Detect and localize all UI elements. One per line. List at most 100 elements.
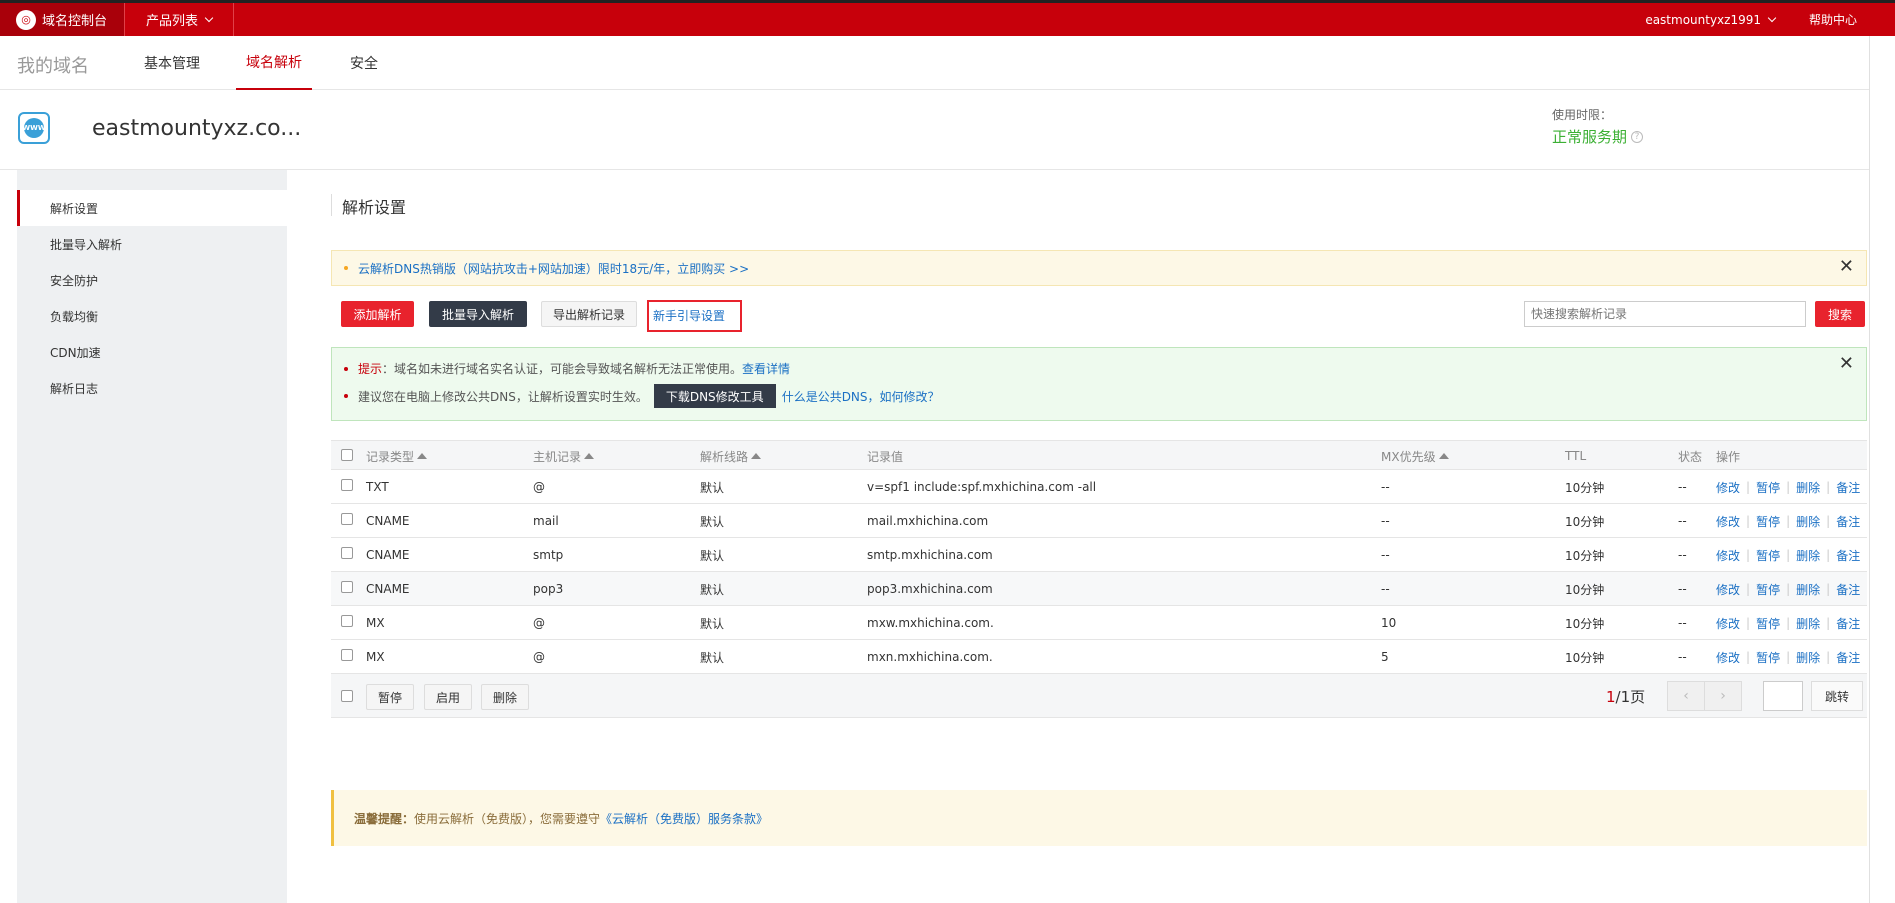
cell-record-type: CNAME <box>366 548 410 562</box>
select-all-checkbox[interactable] <box>341 449 353 461</box>
note-link[interactable]: 备注 <box>1836 581 1860 598</box>
sidebar-item-load-balancing[interactable]: 负载均衡 <box>17 298 287 334</box>
next-page-button[interactable]: › <box>1704 681 1742 711</box>
promo-text[interactable]: 云解析DNS热销版（网站抗攻击+网站加速）限时18元/年，立即购买 >> <box>358 260 749 277</box>
delete-link[interactable]: 删除 <box>1796 615 1820 632</box>
user-menu[interactable]: eastmountyxz1991 <box>1645 3 1777 36</box>
note-link[interactable]: 备注 <box>1836 649 1860 666</box>
tab-security[interactable]: 安全 <box>350 36 378 90</box>
row-checkbox[interactable] <box>341 513 353 525</box>
separator: | <box>1746 480 1751 494</box>
row-checkbox[interactable] <box>341 479 353 491</box>
row-checkbox[interactable] <box>341 615 353 627</box>
close-icon[interactable]: ✕ <box>1839 355 1854 373</box>
batch-enable-button[interactable]: 启用 <box>424 684 472 710</box>
cell-line: 默认 <box>700 582 725 597</box>
row-actions: 修改 | 暂停 | 删除 | 备注 <box>1716 572 1860 606</box>
close-icon[interactable]: ✕ <box>1839 258 1854 276</box>
edit-link[interactable]: 修改 <box>1716 547 1740 564</box>
edit-link[interactable]: 修改 <box>1716 513 1740 530</box>
sidebar-item-label: 批量导入解析 <box>50 237 123 252</box>
page-number-input[interactable] <box>1763 681 1803 711</box>
tip-line-public-dns: 建议您在电脑上修改公共DNS，让解析设置实时生效。 下载DNS修改工具 什么是公… <box>344 384 940 408</box>
note-link[interactable]: 备注 <box>1836 547 1860 564</box>
sidebar-item-label: CDN加速 <box>50 345 101 360</box>
sidebar-item-cdn[interactable]: CDN加速 <box>17 334 287 370</box>
domain-header: WWW eastmountyxz.co... 使用时限： 正常服务期? <box>0 90 1895 170</box>
add-record-button[interactable]: 添加解析 <box>341 301 414 327</box>
cell-mx-priority: -- <box>1381 582 1390 596</box>
note-link[interactable]: 备注 <box>1836 615 1860 632</box>
col-host[interactable]: 主机记录 <box>533 441 595 471</box>
batch-pause-button[interactable]: 暂停 <box>366 684 414 710</box>
tab-basic-management[interactable]: 基本管理 <box>144 36 200 90</box>
note-link[interactable]: 备注 <box>1836 479 1860 496</box>
batch-delete-button[interactable]: 删除 <box>481 684 529 710</box>
pause-link[interactable]: 暂停 <box>1756 547 1780 564</box>
domain-name: eastmountyxz.co... <box>92 116 302 141</box>
pause-link[interactable]: 暂停 <box>1756 479 1780 496</box>
beginner-guide-link[interactable]: 新手引导设置 <box>647 300 742 332</box>
cell-value: v=spf1 include:spf.mxhichina.com -all <box>867 480 1097 494</box>
tab-dns-resolution[interactable]: 域名解析 <box>236 36 312 90</box>
guide-label: 新手引导设置 <box>653 309 726 323</box>
pause-link[interactable]: 暂停 <box>1756 581 1780 598</box>
select-all-footer-checkbox[interactable] <box>341 690 353 702</box>
search-button[interactable]: 搜索 <box>1815 301 1865 327</box>
sub-nav: 我的域名 基本管理 域名解析 安全 <box>0 36 1895 90</box>
edit-link[interactable]: 修改 <box>1716 649 1740 666</box>
products-menu[interactable]: 产品列表 <box>124 3 234 36</box>
delete-link[interactable]: 删除 <box>1796 479 1820 496</box>
download-dns-tool-button[interactable]: 下载DNS修改工具 <box>653 384 776 408</box>
chevron-down-icon <box>1767 13 1777 23</box>
edit-link[interactable]: 修改 <box>1716 581 1740 598</box>
delete-link[interactable]: 删除 <box>1796 581 1820 598</box>
note-link[interactable]: 备注 <box>1836 513 1860 530</box>
col-value: 记录值 <box>867 441 903 471</box>
col-mx-priority[interactable]: MX优先级 <box>1381 441 1449 471</box>
delete-link[interactable]: 删除 <box>1796 649 1820 666</box>
tip-text: 建议您在电脑上修改公共DNS，让解析设置实时生效。 <box>358 389 648 404</box>
tip-label: 提示 <box>358 362 383 376</box>
edit-link[interactable]: 修改 <box>1716 615 1740 632</box>
page-scrollbar[interactable] <box>1869 36 1895 903</box>
my-domain-title[interactable]: 我的域名 <box>17 52 89 78</box>
cell-status: -- <box>1678 480 1687 494</box>
col-line[interactable]: 解析线路 <box>700 441 762 471</box>
search-input[interactable] <box>1524 301 1806 327</box>
table-row: MX @ 默认 mxn.mxhichina.com. 5 10分钟 -- 修改 | 暂停 | 删除 | 备… <box>331 640 1867 674</box>
sidebar-item-resolution-settings[interactable]: 解析设置 <box>17 190 287 226</box>
delete-link[interactable]: 删除 <box>1796 513 1820 530</box>
terms-link[interactable]: 《云解析（免费版）服务条款》 <box>600 810 768 827</box>
row-checkbox[interactable] <box>341 547 353 559</box>
batch-import-button[interactable]: 批量导入解析 <box>429 301 527 327</box>
row-checkbox[interactable] <box>341 581 353 593</box>
cell-host: smtp <box>533 548 564 562</box>
help-center-link[interactable]: 帮助中心 <box>1809 3 1857 36</box>
cell-record-type: MX <box>366 650 385 664</box>
promo-banner[interactable]: 云解析DNS热销版（网站抗攻击+网站加速）限时18元/年，立即购买 >> ✕ <box>331 250 1867 286</box>
console-logo[interactable]: ◎ 域名控制台 <box>0 3 124 36</box>
delete-link[interactable]: 删除 <box>1796 547 1820 564</box>
col-label: 记录类型 <box>366 449 415 464</box>
prev-page-button[interactable]: ‹ <box>1667 681 1705 711</box>
jump-page-button[interactable]: 跳转 <box>1811 681 1863 711</box>
cell-mx-priority: -- <box>1381 548 1390 562</box>
row-checkbox[interactable] <box>341 649 353 661</box>
col-record-type[interactable]: 记录类型 <box>366 441 428 471</box>
sidebar-item-label: 解析日志 <box>50 381 99 396</box>
edit-link[interactable]: 修改 <box>1716 479 1740 496</box>
view-details-link[interactable]: 查看详情 <box>742 360 790 377</box>
sort-up-icon <box>584 453 595 459</box>
col-label: TTL <box>1565 449 1587 463</box>
pause-link[interactable]: 暂停 <box>1756 513 1780 530</box>
sidebar-item-batch-import[interactable]: 批量导入解析 <box>17 226 287 262</box>
public-dns-help-link[interactable]: 什么是公共DNS，如何修改？ <box>782 388 940 405</box>
sidebar-item-security-protection[interactable]: 安全防护 <box>17 262 287 298</box>
question-mark-icon[interactable]: ? <box>1631 131 1644 143</box>
button-label: 导出解析记录 <box>552 307 625 322</box>
sidebar-item-resolution-log[interactable]: 解析日志 <box>17 370 287 406</box>
pause-link[interactable]: 暂停 <box>1756 615 1780 632</box>
export-records-button[interactable]: 导出解析记录 <box>541 301 637 327</box>
pause-link[interactable]: 暂停 <box>1756 649 1780 666</box>
